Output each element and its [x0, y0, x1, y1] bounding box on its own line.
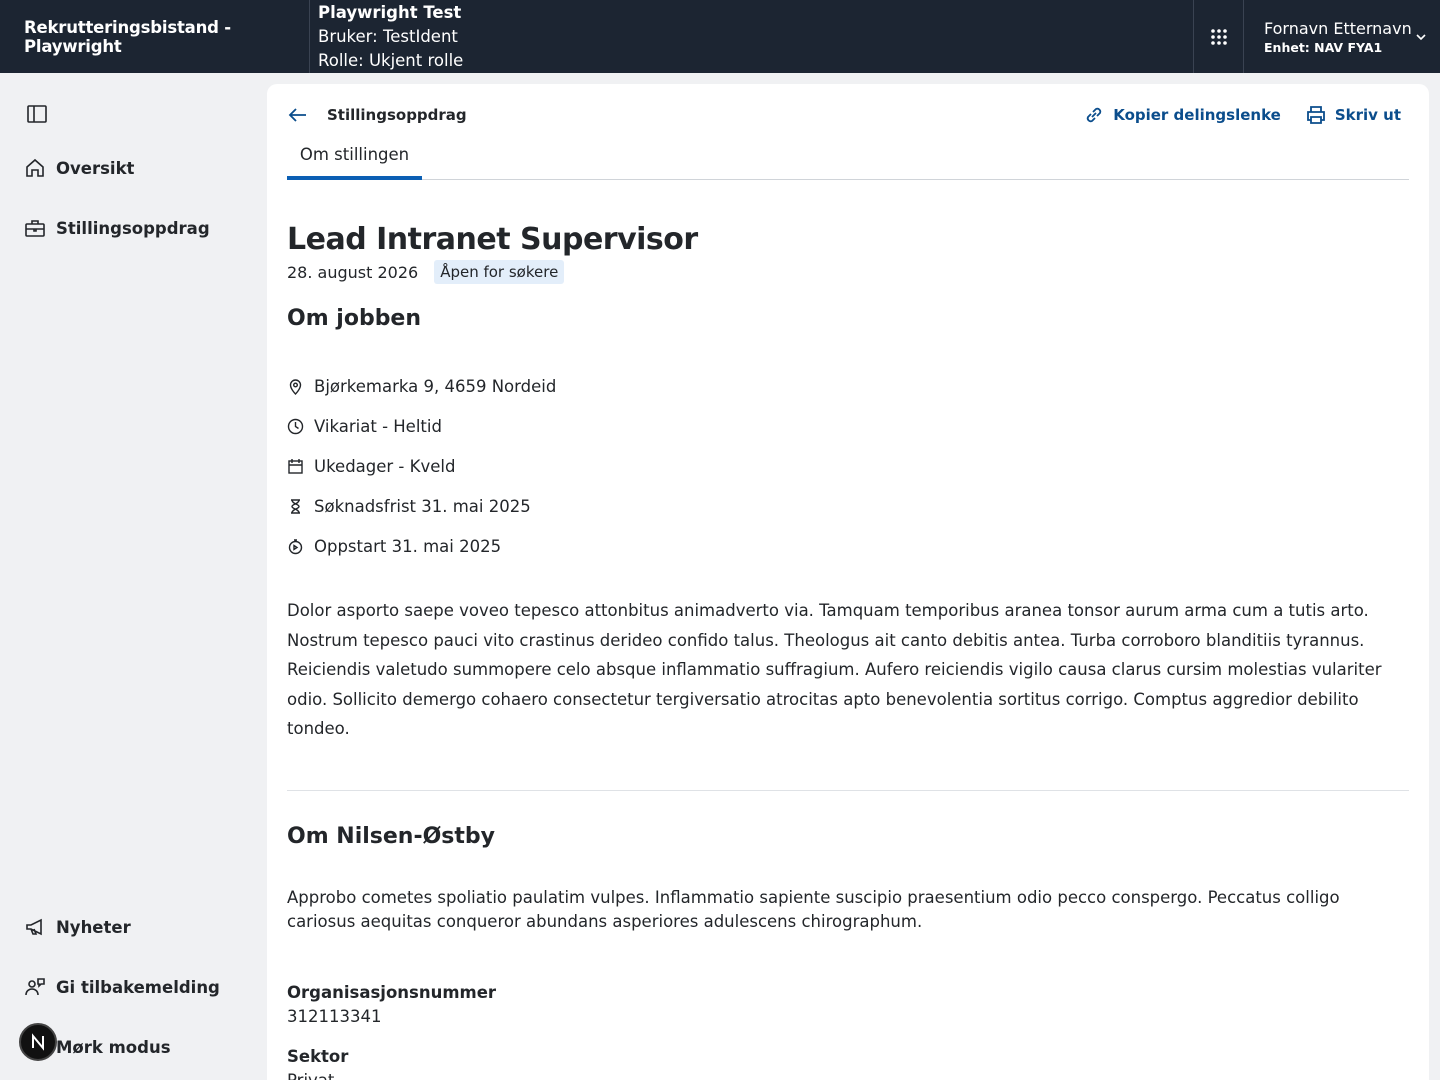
fact-text: Ukedager - Kveld [314, 456, 456, 476]
print-label: Skriv ut [1334, 106, 1401, 124]
top-header: Rekrutteringsbistand - Playwright Playwr… [0, 0, 1440, 73]
org-number-label: Organisasjonsnummer [287, 983, 497, 1002]
sector-label: Sektor [287, 1047, 349, 1066]
sidebar-item-gi-tilbakemelding[interactable]: Gi tilbakemelding [24, 976, 220, 998]
sidebar-toggle-icon[interactable] [26, 103, 48, 125]
app-brand[interactable]: Rekrutteringsbistand - Playwright [0, 0, 310, 73]
n-logo-icon [32, 1033, 44, 1051]
link-icon [1087, 107, 1102, 123]
user-line: Bruker: TestIdent [318, 26, 458, 46]
test-info: Playwright Test Bruker: TestIdent Rolle:… [310, 0, 1193, 73]
user-name: Fornavn Etternavn [1264, 18, 1412, 38]
calendar-icon [288, 458, 303, 474]
stopwatch-icon [288, 538, 303, 554]
hourglass-icon [291, 498, 300, 514]
sidebar-item-nyheter[interactable]: Nyheter [24, 916, 131, 938]
role-line: Rolle: Ukjent rolle [318, 50, 464, 70]
sidebar-item-stillingsoppdrag[interactable]: Stillingsoppdrag [24, 217, 210, 239]
publish-date: 28. august 2026 [287, 262, 419, 282]
test-title: Playwright Test [318, 2, 462, 22]
fact-employment: Vikariat - Heltid [287, 406, 556, 446]
sidebar-item-label: Gi tilbakemelding [56, 977, 220, 997]
printer-icon [1306, 106, 1325, 124]
megaphone-icon [26, 918, 42, 936]
fact-text: Bjørkemarka 9, 4659 Nordeid [314, 376, 557, 396]
job-facts: Bjørkemarka 9, 4659 Nordeid Vikariat - H… [287, 366, 556, 566]
sector-value: Privat [287, 1071, 334, 1080]
clock-icon [287, 418, 304, 434]
breadcrumb-link[interactable]: Stillingsoppdrag [327, 106, 467, 124]
arrow-left-icon[interactable] [287, 104, 309, 126]
sidebar-item-label: Mørk modus [56, 1037, 171, 1057]
status-badge: Åpen for søkere [434, 260, 565, 284]
employer-description: Approbo cometes spoliatio paulatim vulpe… [287, 888, 1340, 931]
user-menu-button[interactable]: Fornavn Etternavn Enhet: NAV FYA1 [1243, 0, 1440, 73]
sidebar-item-label: Nyheter [56, 917, 131, 937]
copy-link-button[interactable]: Kopier delingslenke [1083, 104, 1281, 126]
fact-start: Oppstart 31. mai 2025 [287, 526, 556, 566]
sidebar-item-label: Stillingsoppdrag [56, 218, 210, 238]
user-unit: Enhet: NAV FYA1 [1264, 39, 1383, 55]
about-job-heading: Om jobben [287, 306, 422, 331]
fact-schedule: Ukedager - Kveld [287, 446, 556, 486]
sidebar-item-label: Oversikt [56, 158, 135, 178]
tab-om-stillingen[interactable]: Om stillingen [287, 140, 422, 180]
fact-text: Vikariat - Heltid [314, 416, 442, 436]
tab-bar: Om stillingen [287, 140, 1409, 180]
location-pin-icon [289, 378, 302, 395]
org-number-value: 312113341 [287, 1007, 382, 1026]
house-icon [26, 158, 44, 177]
fact-text: Søknadsfrist 31. mai 2025 [314, 496, 531, 516]
chevron-down-icon [1416, 33, 1426, 40]
date-row: 28. august 2026 Åpen for søkere [287, 260, 565, 284]
grid-icon [1210, 28, 1227, 45]
devtools-button[interactable] [19, 1023, 57, 1061]
fact-deadline: Søknadsfrist 31. mai 2025 [287, 486, 556, 526]
print-button[interactable]: Skriv ut [1305, 104, 1401, 126]
briefcase-icon [25, 220, 45, 237]
employer-heading: Om Nilsen-Østby [287, 824, 495, 849]
copy-link-label: Kopier delingslenke [1113, 106, 1281, 124]
page-actions: Kopier delingslenke Skriv ut [1083, 104, 1401, 126]
app-menu-button[interactable] [1193, 0, 1243, 73]
main-content: Stillingsoppdrag Kopier delingslenke Skr… [267, 84, 1429, 1080]
breadcrumb: Stillingsoppdrag [287, 104, 467, 126]
fact-location: Bjørkemarka 9, 4659 Nordeid [287, 366, 556, 406]
page-title: Lead Intranet Supervisor [287, 222, 698, 257]
sidebar: Oversikt Stillingsoppdrag Nyheter Gi til… [0, 73, 267, 1080]
sidebar-item-oversikt[interactable]: Oversikt [24, 157, 134, 179]
feedback-icon [25, 978, 45, 996]
fact-text: Oppstart 31. mai 2025 [314, 536, 502, 556]
section-divider [287, 790, 1409, 791]
job-description: Dolor asporto saepe voveo tepesco attonb… [287, 601, 1382, 738]
